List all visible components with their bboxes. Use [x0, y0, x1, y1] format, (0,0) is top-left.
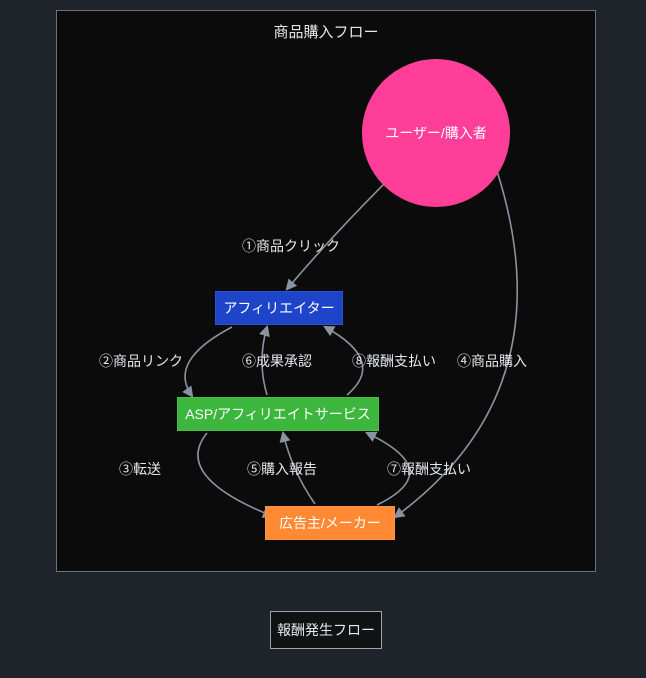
edge-label-2: ②商品リンク — [99, 351, 183, 371]
node-advertiser: 広告主/メーカー — [265, 506, 395, 540]
edge-label-1: ①商品クリック — [242, 236, 340, 256]
edge-label-3: ③転送 — [119, 459, 161, 479]
panel-title: 商品購入フロー — [57, 11, 595, 42]
edge-label-4: ④商品購入 — [457, 351, 527, 371]
edge-label-7: ⑦報酬支払い — [387, 459, 471, 479]
edge-label-8: ⑧報酬支払い — [352, 351, 436, 371]
edge-label-5: ⑤購入報告 — [247, 459, 317, 479]
flow-panel: 商品購入フロー ユーザー/購入者 アフィリエイター ASP/ア — [56, 10, 596, 572]
node-asp: ASP/アフィリエイトサービス — [177, 397, 379, 431]
node-user: ユーザー/購入者 — [362, 59, 510, 207]
node-affiliator: アフィリエイター — [215, 291, 343, 325]
edge-label-6: ⑥成果承認 — [242, 351, 312, 371]
secondary-flow-button[interactable]: 報酬発生フロー — [270, 611, 382, 649]
